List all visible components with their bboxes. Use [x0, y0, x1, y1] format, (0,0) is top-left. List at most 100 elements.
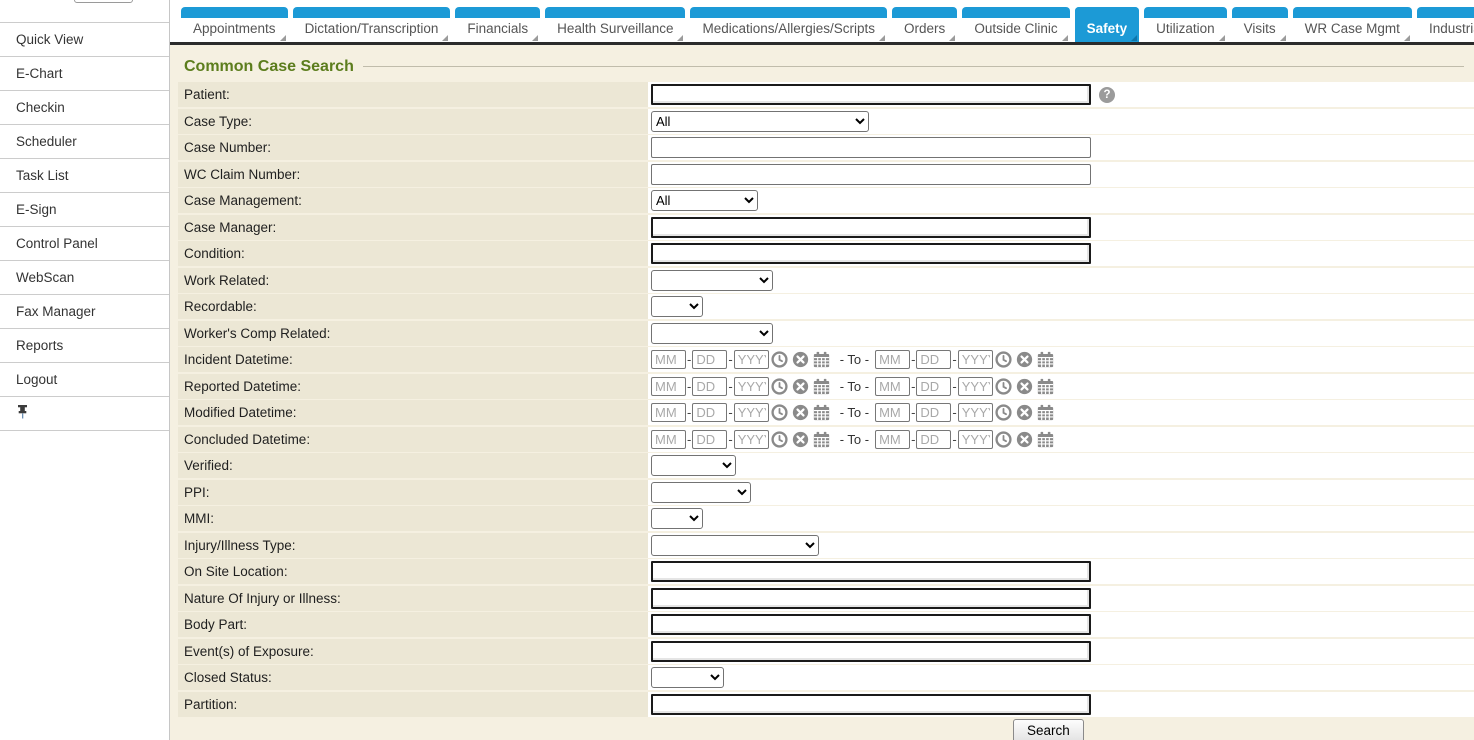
reported-datetime-to-mm-input[interactable]: [875, 377, 910, 396]
concluded-datetime-to-mm-input[interactable]: [875, 430, 910, 449]
body-part-input[interactable]: [651, 614, 1091, 635]
calendar-icon[interactable]: [813, 351, 830, 368]
modified-datetime-from-mm-input[interactable]: [651, 403, 686, 422]
clock-icon[interactable]: [771, 431, 788, 448]
incident-datetime-from-mm-input[interactable]: [651, 350, 686, 369]
clear-icon[interactable]: [1016, 351, 1033, 368]
reported-datetime-from-yyyy-input[interactable]: [734, 377, 769, 396]
calendar-icon[interactable]: [1037, 404, 1054, 421]
case-manager-input[interactable]: [651, 217, 1091, 238]
incident-datetime-to-dd-input[interactable]: [916, 350, 951, 369]
nature-of-injury-or-illness-input[interactable]: [651, 588, 1091, 609]
concluded-datetime-to-yyyy-input[interactable]: [958, 430, 993, 449]
concluded-datetime-to-dd-input[interactable]: [916, 430, 951, 449]
header-rule: [363, 66, 1464, 67]
case-type-select[interactable]: All: [651, 111, 869, 132]
incident-datetime-from-dd-input[interactable]: [692, 350, 727, 369]
calendar-icon[interactable]: [813, 431, 830, 448]
sidebar-item-logout[interactable]: Logout: [0, 362, 169, 396]
reported-datetime-from-mm-input[interactable]: [651, 377, 686, 396]
reported-datetime-to-yyyy-input[interactable]: [958, 377, 993, 396]
tab-label: Health Surveillance: [545, 18, 685, 42]
modified-datetime-to-dd-input[interactable]: [916, 403, 951, 422]
clear-icon[interactable]: [1016, 378, 1033, 395]
clock-icon[interactable]: [995, 404, 1012, 421]
modified-datetime-to-mm-input[interactable]: [875, 403, 910, 422]
tab-wr-case-mgmt[interactable]: WR Case Mgmt: [1293, 7, 1412, 42]
form-row-modified-datetime: Modified Datetime:--- To ---: [178, 400, 1474, 425]
incident-datetime-to-mm-input[interactable]: [875, 350, 910, 369]
tab-visits[interactable]: Visits: [1232, 7, 1288, 42]
on-site-location-input[interactable]: [651, 561, 1091, 582]
sidebar-item-scheduler[interactable]: Scheduler: [0, 124, 169, 158]
form-row-case-management: Case Management:All: [178, 188, 1474, 213]
tab-outside-clinic[interactable]: Outside Clinic: [962, 7, 1069, 42]
work-related-select[interactable]: [651, 270, 773, 291]
sidebar-item-e-chart[interactable]: E-Chart: [0, 56, 169, 90]
tab-medications-allergies-scripts[interactable]: Medications/Allergies/Scripts: [690, 7, 887, 42]
recordable-select[interactable]: [651, 296, 703, 317]
clock-icon[interactable]: [995, 351, 1012, 368]
reported-datetime-to-dd-input[interactable]: [916, 377, 951, 396]
sidebar-item-control-panel[interactable]: Control Panel: [0, 226, 169, 260]
concluded-datetime-from-dd-input[interactable]: [692, 430, 727, 449]
form-row-case-type: Case Type:All: [178, 109, 1474, 134]
tab-safety[interactable]: Safety: [1075, 7, 1140, 42]
partition-input[interactable]: [651, 694, 1091, 715]
reported-datetime-from-dd-input[interactable]: [692, 377, 727, 396]
tab-financials[interactable]: Financials: [455, 7, 540, 42]
sidebar-item-quick-view[interactable]: Quick View: [0, 22, 169, 56]
tab-industrial-hygiene[interactable]: Industrial Hygiene: [1417, 7, 1474, 42]
events-of-exposure-input[interactable]: [651, 641, 1091, 662]
clock-icon[interactable]: [771, 404, 788, 421]
closed-status-select[interactable]: [651, 667, 724, 688]
patient-input[interactable]: [651, 84, 1091, 105]
ppi-select[interactable]: [651, 482, 751, 503]
wc-claim-number-input[interactable]: [651, 164, 1091, 185]
clear-icon[interactable]: [792, 351, 809, 368]
concluded-datetime-from-mm-input[interactable]: [651, 430, 686, 449]
modified-datetime-from-yyyy-input[interactable]: [734, 403, 769, 422]
sidebar-item-pin[interactable]: [0, 396, 169, 430]
tab-utilization[interactable]: Utilization: [1144, 7, 1227, 42]
case-number-input[interactable]: [651, 137, 1091, 158]
sidebar-item-reports[interactable]: Reports: [0, 328, 169, 362]
clear-icon[interactable]: [1016, 404, 1033, 421]
clock-icon[interactable]: [995, 431, 1012, 448]
help-icon[interactable]: ?: [1099, 87, 1115, 103]
clock-icon[interactable]: [771, 378, 788, 395]
clock-icon[interactable]: [995, 378, 1012, 395]
sidebar-item-task-list[interactable]: Task List: [0, 158, 169, 192]
clear-icon[interactable]: [792, 378, 809, 395]
calendar-icon[interactable]: [1037, 351, 1054, 368]
clear-icon[interactable]: [1016, 431, 1033, 448]
case-management-select[interactable]: All: [651, 190, 758, 211]
search-button[interactable]: Search: [1013, 719, 1084, 740]
tab-orders[interactable]: Orders: [892, 7, 957, 42]
form-row-workers-comp-related: Worker's Comp Related:: [178, 321, 1474, 346]
clear-icon[interactable]: [792, 431, 809, 448]
concluded-datetime-from-yyyy-input[interactable]: [734, 430, 769, 449]
calendar-icon[interactable]: [813, 378, 830, 395]
condition-input[interactable]: [651, 243, 1091, 264]
verified-select[interactable]: [651, 455, 736, 476]
workers-comp-related-select[interactable]: [651, 323, 773, 344]
mmi-select[interactable]: [651, 508, 703, 529]
modified-datetime-from-dd-input[interactable]: [692, 403, 727, 422]
tab-health-surveillance[interactable]: Health Surveillance: [545, 7, 685, 42]
clock-icon[interactable]: [771, 351, 788, 368]
injury-illness-type-select[interactable]: [651, 535, 819, 556]
clear-icon[interactable]: [792, 404, 809, 421]
sidebar-item-fax-manager[interactable]: Fax Manager: [0, 294, 169, 328]
calendar-icon[interactable]: [1037, 431, 1054, 448]
incident-datetime-from-yyyy-input[interactable]: [734, 350, 769, 369]
sidebar-item-checkin[interactable]: Checkin: [0, 90, 169, 124]
calendar-icon[interactable]: [813, 404, 830, 421]
tab-dictation-transcription[interactable]: Dictation/Transcription: [293, 7, 451, 42]
incident-datetime-to-yyyy-input[interactable]: [958, 350, 993, 369]
tab-appointments[interactable]: Appointments: [181, 7, 288, 42]
sidebar-item-webscan[interactable]: WebScan: [0, 260, 169, 294]
modified-datetime-to-yyyy-input[interactable]: [958, 403, 993, 422]
sidebar-item-e-sign[interactable]: E-Sign: [0, 192, 169, 226]
calendar-icon[interactable]: [1037, 378, 1054, 395]
